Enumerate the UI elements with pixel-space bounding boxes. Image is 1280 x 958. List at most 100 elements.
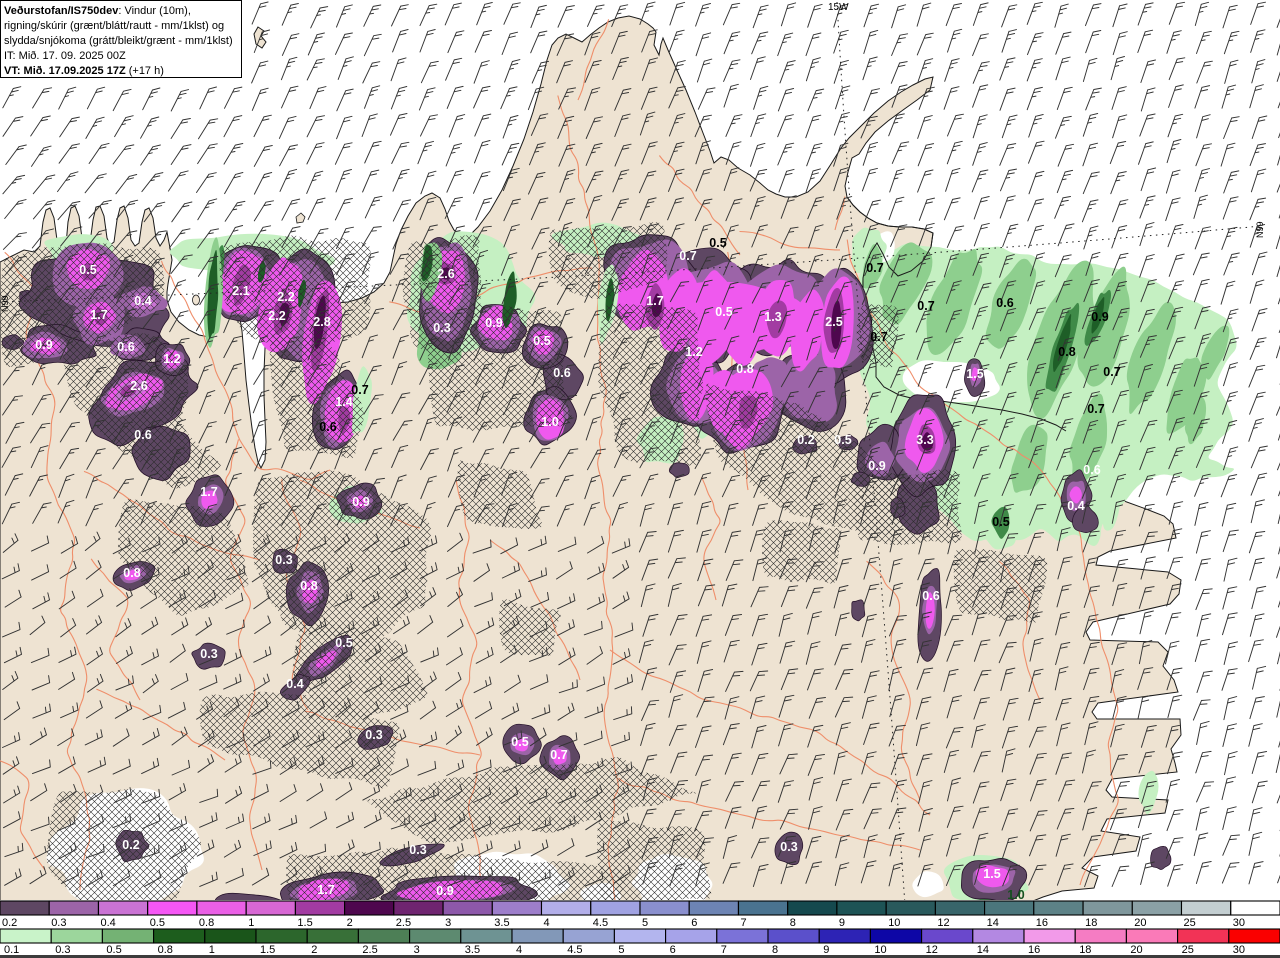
svg-text:2.2: 2.2 [277,290,294,304]
svg-text:0.7: 0.7 [1103,365,1120,379]
svg-text:9: 9 [839,917,845,929]
svg-text:N99: N99 [0,295,10,312]
svg-text:0.3: 0.3 [365,728,382,742]
svg-text:20: 20 [1130,944,1142,956]
svg-text:0.3: 0.3 [55,944,70,956]
svg-text:2.8: 2.8 [313,315,330,329]
svg-text:1.0: 1.0 [1007,888,1024,902]
svg-text:3.5: 3.5 [465,944,480,956]
svg-text:12: 12 [937,917,949,929]
svg-text:0.5: 0.5 [511,735,528,749]
svg-text:0.6: 0.6 [553,366,570,380]
svg-text:0.3: 0.3 [780,840,797,854]
svg-text:2: 2 [347,917,353,929]
svg-text:3: 3 [414,944,420,956]
svg-text:0.6: 0.6 [134,428,151,442]
svg-text:N99: N99 [1255,221,1265,238]
svg-text:9: 9 [823,944,829,956]
svg-text:2.2: 2.2 [268,309,285,323]
svg-text:0.9: 0.9 [352,495,369,509]
svg-text:0.1: 0.1 [4,944,19,956]
svg-text:0.3: 0.3 [51,917,66,929]
svg-text:1.7: 1.7 [646,294,663,308]
svg-text:25: 25 [1182,944,1194,956]
svg-text:10: 10 [874,944,886,956]
svg-text:2.6: 2.6 [130,379,147,393]
svg-text:0.9: 0.9 [1091,310,1108,324]
svg-text:1.2: 1.2 [163,352,180,366]
svg-text:1.7: 1.7 [90,308,107,322]
svg-text:25: 25 [1184,917,1196,929]
svg-text:1: 1 [209,944,215,956]
svg-text:0.6: 0.6 [117,340,134,354]
svg-text:0.2: 0.2 [797,433,814,447]
svg-text:0.5: 0.5 [533,334,550,348]
svg-text:0.9: 0.9 [35,338,52,352]
svg-text:0.7: 0.7 [866,261,883,275]
svg-text:0.4: 0.4 [134,294,151,308]
svg-text:2: 2 [311,944,317,956]
svg-text:0.7: 0.7 [917,299,934,313]
svg-text:1.5: 1.5 [983,867,1000,881]
svg-text:0.8: 0.8 [199,917,214,929]
svg-text:16: 16 [1036,917,1048,929]
svg-text:30: 30 [1233,944,1245,956]
svg-text:6: 6 [670,944,676,956]
svg-text:14: 14 [977,944,989,956]
svg-text:2.5: 2.5 [362,944,377,956]
svg-text:0.5: 0.5 [715,305,732,319]
svg-text:12: 12 [926,944,938,956]
svg-text:0.6: 0.6 [1083,463,1100,477]
svg-text:0.9: 0.9 [436,884,453,898]
svg-text:8: 8 [772,944,778,956]
svg-text:1.7: 1.7 [317,883,334,897]
svg-text:0.3: 0.3 [275,553,292,567]
svg-text:0.9: 0.9 [868,459,885,473]
svg-text:0.3: 0.3 [200,647,217,661]
svg-text:1: 1 [248,917,254,929]
svg-text:0.7: 0.7 [679,249,696,263]
svg-text:1.5: 1.5 [297,917,312,929]
svg-text:0.5: 0.5 [79,263,96,277]
svg-text:3.3: 3.3 [916,433,933,447]
svg-text:0.2: 0.2 [122,838,139,852]
svg-text:0.6: 0.6 [996,296,1013,310]
svg-text:18: 18 [1079,944,1091,956]
svg-text:0.3: 0.3 [409,843,426,857]
svg-text:0.2: 0.2 [2,917,17,929]
svg-text:0.5: 0.5 [335,636,352,650]
svg-text:3.5: 3.5 [494,917,509,929]
svg-text:0.6: 0.6 [319,420,336,434]
svg-text:0.5: 0.5 [106,944,121,956]
svg-text:1.5: 1.5 [966,367,983,381]
svg-text:5: 5 [642,917,648,929]
svg-text:0.4: 0.4 [286,677,303,691]
svg-text:0.8: 0.8 [123,566,140,580]
svg-text:0.9: 0.9 [485,316,502,330]
svg-text:0.7: 0.7 [1087,402,1104,416]
svg-text:2.5: 2.5 [825,315,842,329]
svg-text:2.5: 2.5 [396,917,411,929]
svg-text:4: 4 [516,944,522,956]
svg-text:18: 18 [1085,917,1097,929]
svg-text:7: 7 [721,944,727,956]
svg-text:1.3: 1.3 [764,310,781,324]
svg-text:20: 20 [1134,917,1146,929]
svg-text:0.8: 0.8 [158,944,173,956]
svg-text:2.1: 2.1 [232,284,249,298]
svg-text:1.2: 1.2 [685,345,702,359]
svg-text:30: 30 [1233,917,1245,929]
svg-text:16: 16 [1028,944,1040,956]
svg-text:0.4: 0.4 [1067,499,1084,513]
svg-text:0.7: 0.7 [351,383,368,397]
svg-text:1.4: 1.4 [335,395,352,409]
svg-text:0.4: 0.4 [101,917,116,929]
svg-text:0.5: 0.5 [834,433,851,447]
svg-text:0.6: 0.6 [922,589,939,603]
svg-text:0.7: 0.7 [870,330,887,344]
svg-text:0.3: 0.3 [433,321,450,335]
svg-text:3: 3 [445,917,451,929]
svg-text:4.5: 4.5 [593,917,608,929]
svg-text:0.7: 0.7 [550,748,567,762]
svg-text:0.5: 0.5 [709,236,726,250]
